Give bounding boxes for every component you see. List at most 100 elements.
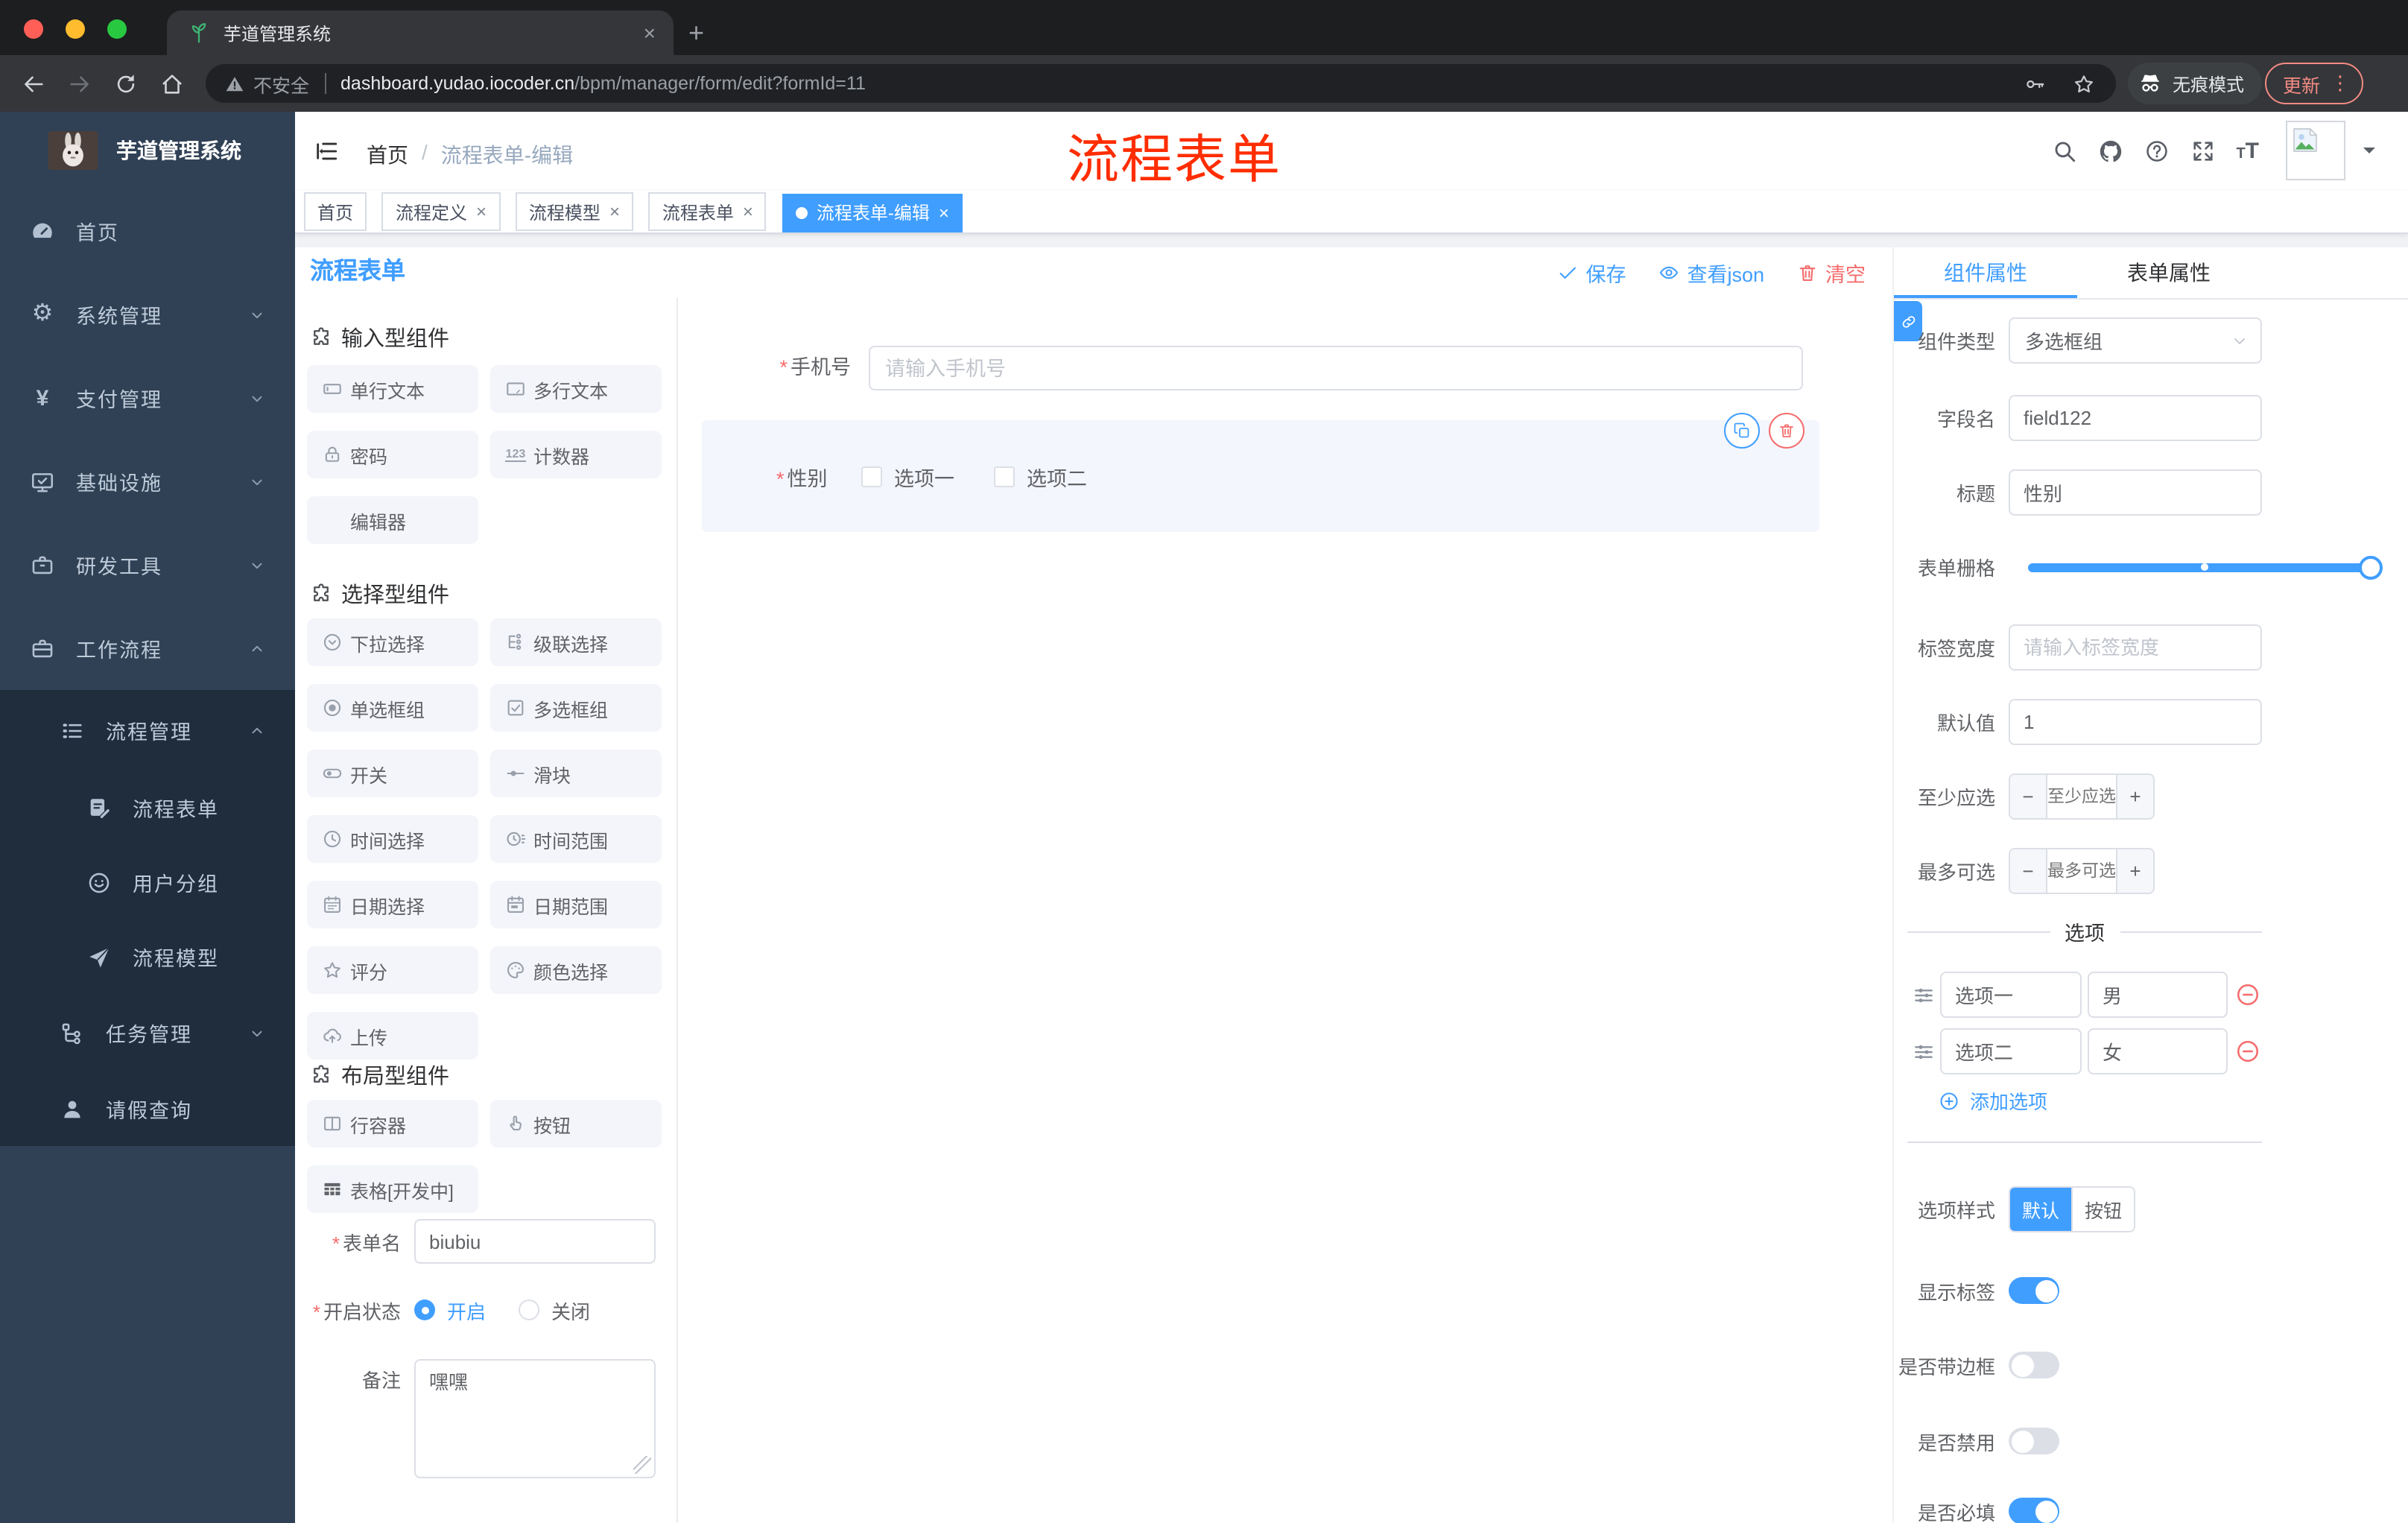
sidebar-item-system[interactable]: ⚙ 系统管理 bbox=[0, 273, 295, 356]
help-icon[interactable] bbox=[2144, 139, 2169, 164]
selected-component-gender[interactable]: * 性别 选项一 选项二 bbox=[702, 413, 1819, 532]
forward-icon[interactable] bbox=[67, 71, 92, 96]
browser-tab[interactable]: 芋道管理系统 × bbox=[167, 10, 674, 55]
form-name-input[interactable] bbox=[414, 1219, 656, 1264]
update-label[interactable]: 更新 bbox=[2283, 69, 2320, 98]
sidebar-logo[interactable]: 芋道管理系统 bbox=[0, 112, 295, 189]
clear-button[interactable]: 清空 bbox=[1797, 258, 1866, 288]
sidebar-item-payment[interactable]: ¥ 支付管理 bbox=[0, 356, 295, 440]
fullscreen-icon[interactable] bbox=[2190, 139, 2215, 164]
close-icon[interactable]: × bbox=[743, 203, 753, 221]
sidebar-collapse-icon[interactable] bbox=[313, 139, 340, 164]
disabled-toggle[interactable] bbox=[2009, 1428, 2059, 1454]
palette-item-checkbox-group[interactable]: 多选框组 bbox=[490, 684, 662, 732]
option-1-value-input[interactable] bbox=[2088, 972, 2228, 1018]
url-path[interactable]: /bpm/manager/form/edit?formId=11 bbox=[574, 73, 866, 94]
tab-form-props[interactable]: 表单属性 bbox=[2077, 247, 2260, 298]
copy-component-button[interactable] bbox=[1724, 413, 1760, 449]
palette-item-time-picker[interactable]: 时间选择 bbox=[307, 815, 478, 863]
palette-item-color-picker[interactable]: 颜色选择 bbox=[490, 946, 662, 994]
gender-option-1[interactable]: 选项一 bbox=[861, 456, 954, 498]
palette-item-date-picker[interactable]: 日期选择 bbox=[307, 881, 478, 928]
window-minimize-button[interactable] bbox=[66, 19, 85, 39]
component-type-select[interactable]: 多选框组 bbox=[2009, 317, 2262, 364]
title-input[interactable] bbox=[2009, 469, 2262, 516]
delete-component-button[interactable] bbox=[1769, 413, 1805, 449]
close-icon[interactable]: × bbox=[609, 203, 620, 221]
palette-item-rate[interactable]: 评分 bbox=[307, 946, 478, 994]
form-remark-textarea[interactable]: 嘿嘿 bbox=[414, 1359, 656, 1478]
palette-item-button[interactable]: 按钮 bbox=[490, 1100, 662, 1147]
increase-button[interactable]: + bbox=[2117, 775, 2153, 818]
reload-icon[interactable] bbox=[113, 71, 139, 96]
tab-close-icon[interactable]: × bbox=[644, 22, 656, 43]
remove-option-icon[interactable] bbox=[2235, 982, 2260, 1007]
security-label[interactable]: 不安全 bbox=[253, 69, 309, 98]
view-json-button[interactable]: 查看json bbox=[1658, 258, 1764, 288]
status-on-label[interactable]: 开启 bbox=[447, 1296, 486, 1324]
save-button[interactable]: 保存 bbox=[1557, 258, 1626, 288]
option-2-value-input[interactable] bbox=[2088, 1028, 2228, 1074]
bookmark-star-icon[interactable] bbox=[2073, 72, 2095, 95]
border-toggle[interactable] bbox=[2009, 1352, 2059, 1378]
sidebar-item-leave-query[interactable]: 请假查询 bbox=[0, 1071, 295, 1146]
slider-handle[interactable] bbox=[2359, 555, 2383, 579]
back-icon[interactable] bbox=[21, 71, 46, 96]
tag-process-definition[interactable]: 流程定义 × bbox=[381, 192, 500, 231]
password-key-icon[interactable] bbox=[2024, 72, 2046, 95]
sidebar-item-home[interactable]: 首页 bbox=[0, 189, 295, 273]
palette-item-cascader[interactable]: 级联选择 bbox=[490, 618, 662, 666]
max-select-input[interactable] bbox=[2046, 849, 2117, 893]
palette-item-switch[interactable]: 开关 bbox=[307, 750, 478, 797]
option-2-text-input[interactable] bbox=[1940, 1028, 2082, 1074]
tag-home[interactable]: 首页 bbox=[304, 192, 367, 231]
palette-item-upload[interactable]: 上传 bbox=[307, 1012, 478, 1060]
checkbox[interactable] bbox=[861, 466, 882, 487]
tab-component-props[interactable]: 组件属性 bbox=[1894, 247, 2077, 298]
palette-item-select[interactable]: 下拉选择 bbox=[307, 618, 478, 666]
drag-handle-icon[interactable] bbox=[1912, 983, 1936, 1007]
browser-update-button[interactable]: 更新 ⋮ bbox=[2265, 63, 2364, 104]
palette-item-textarea[interactable]: 多行文本 bbox=[490, 365, 662, 413]
palette-item-row-container[interactable]: 行容器 bbox=[307, 1100, 478, 1147]
style-button-button[interactable]: 按钮 bbox=[2071, 1188, 2134, 1231]
status-off-label[interactable]: 关闭 bbox=[551, 1296, 590, 1324]
new-tab-button[interactable]: + bbox=[688, 15, 704, 51]
decrease-button[interactable]: − bbox=[2010, 775, 2046, 818]
palette-item-time-range[interactable]: 时间范围 bbox=[490, 815, 662, 863]
palette-item-counter[interactable]: 123 计数器 bbox=[490, 431, 662, 478]
field-name-input[interactable] bbox=[2009, 395, 2262, 441]
min-select-input[interactable] bbox=[2046, 775, 2117, 818]
sidebar-item-process-management[interactable]: 流程管理 bbox=[0, 690, 295, 770]
sidebar-item-devtools[interactable]: 研发工具 bbox=[0, 523, 295, 607]
palette-item-radio-group[interactable]: 单选框组 bbox=[307, 684, 478, 732]
phone-input[interactable] bbox=[869, 346, 1803, 390]
window-zoom-button[interactable] bbox=[107, 19, 127, 39]
breadcrumb-home[interactable]: 首页 bbox=[367, 140, 408, 170]
add-option-button[interactable]: 添加选项 bbox=[1939, 1086, 2047, 1115]
home-icon[interactable] bbox=[159, 71, 185, 96]
address-bar[interactable]: 不安全 dashboard.yudao.iocoder.cn/bpm/manag… bbox=[206, 64, 2116, 103]
github-icon[interactable] bbox=[2097, 139, 2123, 164]
required-toggle[interactable] bbox=[2009, 1498, 2059, 1523]
default-value-input[interactable] bbox=[2009, 699, 2262, 745]
tag-process-model[interactable]: 流程模型 × bbox=[515, 192, 633, 231]
grid-slider[interactable] bbox=[2028, 555, 2383, 579]
window-close-button[interactable] bbox=[24, 19, 43, 39]
palette-item-slider[interactable]: 滑块 bbox=[490, 750, 662, 797]
radio-on[interactable] bbox=[414, 1299, 435, 1320]
checkbox[interactable] bbox=[994, 466, 1015, 487]
gender-option-2[interactable]: 选项二 bbox=[994, 456, 1087, 498]
url-host[interactable]: dashboard.yudao.iocoder.cn bbox=[340, 73, 574, 94]
increase-button[interactable]: + bbox=[2117, 849, 2153, 893]
radio-off[interactable] bbox=[519, 1299, 540, 1320]
browser-menu-icon[interactable]: ⋮ bbox=[2331, 72, 2350, 95]
option-1-text-input[interactable] bbox=[1940, 972, 2082, 1018]
sidebar-item-process-form[interactable]: 流程表单 bbox=[0, 770, 295, 845]
sidebar-item-user-group[interactable]: 用户分组 bbox=[0, 845, 295, 919]
palette-item-editor[interactable]: 编辑器 bbox=[307, 496, 478, 544]
search-icon[interactable] bbox=[2051, 139, 2076, 164]
palette-item-table[interactable]: 表格[开发中] bbox=[307, 1165, 478, 1213]
font-size-icon[interactable]: TT bbox=[2236, 140, 2259, 162]
label-width-input[interactable] bbox=[2009, 624, 2262, 671]
